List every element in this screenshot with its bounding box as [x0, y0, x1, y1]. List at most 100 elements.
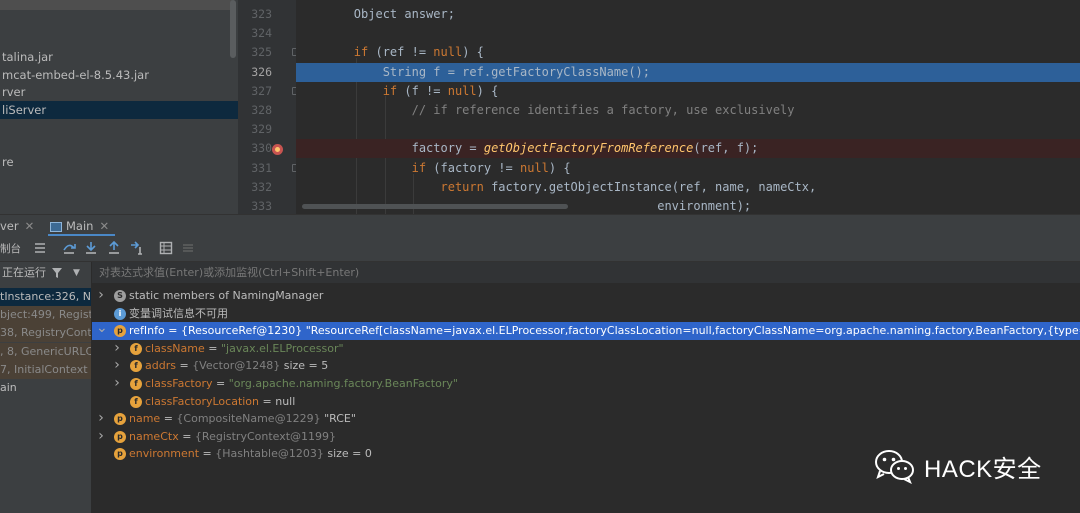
field-icon: f [130, 395, 142, 408]
watermark: HACK安全 [874, 446, 1042, 486]
field-icon: f [130, 360, 142, 373]
variable-text: refInfo = {ResourceRef@1230} "ResourceRe… [129, 322, 1080, 340]
code-token: ) { [462, 45, 484, 59]
chevron-right-icon[interactable]: › [112, 357, 122, 374]
debug-toolbar: 制台 [0, 236, 1080, 262]
chevron-right-icon[interactable]: › [112, 340, 122, 357]
stack-frame[interactable]: , 8, GenericURLCon [0, 342, 91, 361]
variable-row[interactable]: i 变量调试信息不可用 [92, 305, 1080, 323]
chevron-right-icon[interactable]: › [112, 375, 122, 392]
close-icon[interactable]: ✕ [99, 219, 109, 233]
code-token: factory = [296, 141, 484, 155]
code-line[interactable]: return factory.getObjectInstance(ref, na… [296, 178, 1080, 197]
watch-expression-input[interactable]: 对表达式求值(Enter)或添加监视(Ctrl+Shift+Enter) [92, 262, 1080, 284]
variable-row[interactable]: › p name = {CompositeName@1229} "RCE" [92, 410, 1080, 428]
variable-text: static members of NamingManager [129, 287, 323, 305]
stack-frame[interactable]: tInstance:326, Nam [0, 288, 91, 306]
stack-frame[interactable]: 7, InitialContext (j [0, 360, 91, 379]
code-line[interactable]: factory = getObjectFactoryFromReference(… [296, 139, 1080, 158]
code-line[interactable]: if (f != null) { [296, 82, 1080, 101]
stack-frame[interactable]: ain [0, 379, 91, 397]
editor-gutter: 323 324 325 326 327 328 329 330 331 332 333 [238, 0, 300, 214]
menu-icon[interactable] [33, 241, 47, 255]
close-icon[interactable]: ✕ [25, 219, 35, 233]
evaluate-expression-icon[interactable] [159, 241, 173, 255]
chevron-right-icon[interactable]: › [96, 428, 106, 445]
stack-frame[interactable]: 38, RegistryContex [0, 324, 91, 343]
debug-tabs-bar: ver ✕ Main ✕ [0, 214, 1080, 237]
variable-row[interactable]: › f className = "javax.el.ELProcessor" [92, 340, 1080, 358]
tree-top-strip [0, 0, 232, 10]
code-line[interactable] [296, 120, 1080, 139]
variable-row[interactable]: › f classFactory = "org.apache.naming.fact… [92, 375, 1080, 393]
console-tab-label[interactable]: 制台 [0, 236, 21, 262]
tab-server-label: ver [0, 219, 19, 233]
chevron-right-icon[interactable]: › [96, 410, 106, 427]
variable-row[interactable]: ⌄ p refInfo = {ResourceRef@1230} "Resource… [92, 321, 1080, 341]
variable-name: classFactory [145, 377, 213, 390]
code-line[interactable]: if (factory != null) { [296, 159, 1080, 178]
code-line[interactable]: if (ref != null) { [296, 43, 1080, 62]
field-icon: f [130, 378, 142, 390]
variable-text: classFactory = "org.apache.naming.factor… [145, 377, 458, 390]
tab-main-label: Main [66, 219, 94, 233]
step-out-icon[interactable] [107, 241, 121, 255]
project-tree-item[interactable]: talina.jar [0, 48, 238, 66]
project-tree-item[interactable]: liServer [0, 101, 238, 119]
chevron-down-icon[interactable]: ⌄ [96, 321, 108, 335]
variable-value: size = 5 [283, 359, 329, 373]
variable-type: {Hashtable@1203} [215, 447, 324, 461]
stack-frame[interactable]: bject:499, Registry [0, 306, 91, 325]
variable-text: nameCtx = {RegistryContext@1199} [129, 429, 337, 443]
watermark-text: HACK安全 [924, 455, 1042, 483]
variable-value: "ResourceRef[className=javax.el.ELProces… [305, 324, 1080, 338]
code-token: (factory != [426, 161, 520, 175]
step-into-icon[interactable] [84, 241, 98, 255]
variable-name: refInfo [129, 324, 165, 338]
variable-row[interactable]: › f addrs = {Vector@1248} size = 5 [92, 357, 1080, 375]
parameter-icon: p [114, 448, 126, 461]
project-tree-item[interactable]: rver [0, 83, 238, 101]
code-token: // if reference identifies a factory, us… [296, 103, 795, 117]
editor-horizontal-scrollbar[interactable] [302, 204, 568, 209]
variable-text: 变量调试信息不可用 [129, 305, 228, 323]
code-line[interactable]: // if reference identifies a factory, us… [296, 101, 1080, 120]
variable-row[interactable]: › p nameCtx = {RegistryContext@1199} [92, 428, 1080, 446]
breakpoint-icon[interactable] [272, 144, 283, 155]
app-icon [50, 221, 62, 232]
variable-text: addrs = {Vector@1248} size = 5 [145, 359, 329, 373]
parameter-icon: p [114, 430, 126, 443]
tab-main[interactable]: Main ✕ [48, 215, 116, 237]
variable-name: 变量调试信息不可用 [129, 306, 228, 320]
step-over-icon[interactable] [62, 241, 76, 255]
chevron-down-icon[interactable]: ▼ [73, 262, 80, 284]
tab-server[interactable]: ver ✕ [0, 215, 34, 237]
info-icon: i [114, 307, 126, 320]
project-tree-item[interactable]: mcat-embed-el-8.5.43.jar [0, 66, 238, 84]
chevron-right-icon[interactable]: › [96, 287, 106, 304]
wechat-icon [875, 450, 914, 484]
static-icon: S [114, 290, 126, 302]
variable-value: "org.apache.naming.factory.BeanFactory" [228, 377, 458, 390]
code-line[interactable] [296, 24, 1080, 43]
code-editor[interactable]: Object answer; if (ref != null) { String… [296, 0, 1080, 214]
line-number: 326 [251, 65, 272, 79]
trace-icon[interactable] [181, 241, 195, 255]
variable-name: name [129, 412, 161, 426]
variable-type: {ResourceRef@1230} [180, 324, 303, 338]
code-line[interactable]: Object answer; [296, 5, 1080, 24]
code-token: ) { [476, 84, 499, 98]
filter-icon[interactable] [51, 267, 63, 279]
run-to-cursor-icon[interactable] [130, 241, 144, 255]
current-execution-line[interactable]: String f = ref.getFactoryClassName(); [296, 63, 1080, 82]
line-number: 325 [251, 45, 272, 59]
variable-row[interactable]: f classFactoryLocation = null [92, 393, 1080, 411]
code-token: if [411, 161, 427, 175]
code-token: if [353, 45, 369, 59]
variable-value: size = 0 [327, 447, 372, 461]
thread-selector[interactable]: 正在运行 ▼ [0, 262, 92, 284]
code-token: Object answer; [296, 7, 455, 21]
project-tree-item[interactable]: re [0, 153, 238, 171]
variable-row[interactable]: › Sstatic members of NamingManager [92, 287, 1080, 305]
